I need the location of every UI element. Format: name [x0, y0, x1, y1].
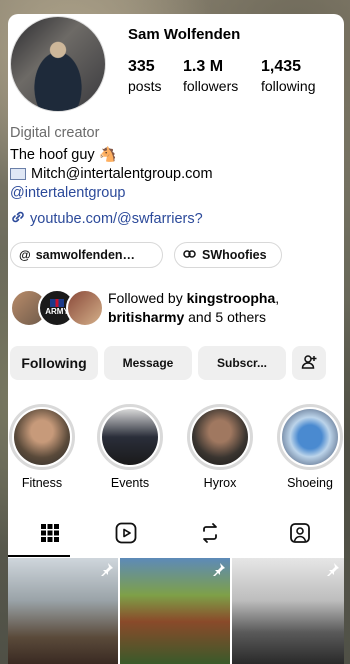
threads-chip[interactable]: @ samwolfenden…	[10, 242, 163, 268]
profile-category: Digital creator	[10, 125, 100, 141]
posts-grid	[8, 558, 344, 664]
highlight-fitness[interactable]: Fitness	[8, 404, 78, 490]
links-chip-label: SWhoofies	[202, 248, 267, 262]
post-tile-2[interactable]	[120, 558, 230, 664]
add-person-button[interactable]	[292, 346, 326, 380]
tab-tagged[interactable]	[258, 514, 342, 556]
envelope-icon	[10, 168, 26, 181]
highlight-hyrox[interactable]: Hyrox	[184, 404, 256, 490]
bio-link[interactable]: youtube.com/@swfarriers?	[10, 209, 203, 229]
bio-line-1: The hoof guy 🐴	[10, 147, 117, 163]
post-tile-1[interactable]	[8, 558, 118, 664]
following-label: following	[261, 78, 316, 94]
tab-grid[interactable]	[8, 514, 92, 557]
chain-link-icon	[10, 209, 26, 229]
followers-stat[interactable]: 1.3 M followers	[183, 58, 238, 94]
highlight-shoeing[interactable]: Shoeing	[274, 404, 344, 490]
profile-card: Sam Wolfenden 335 posts 1.3 M followers …	[8, 14, 344, 664]
highlight-shoeing-cover	[282, 409, 338, 465]
tab-reposts[interactable]	[168, 514, 252, 556]
followed-by-user-1: kingstroopha	[186, 290, 276, 306]
followed-by-user-2: britisharmy	[108, 309, 185, 325]
posts-label: posts	[128, 78, 162, 94]
highlight-hyrox-cover	[192, 409, 248, 465]
posts-count: 335	[128, 58, 155, 75]
tab-reels[interactable]	[84, 514, 168, 556]
following-count: 1,435	[261, 58, 302, 75]
follower-avatar-3[interactable]	[66, 289, 104, 327]
following-stat[interactable]: 1,435 following	[261, 58, 315, 94]
pin-icon	[326, 562, 340, 581]
followers-label: followers	[183, 78, 239, 94]
followed-by-text[interactable]: Followed by kingstroopha, britisharmy an…	[108, 289, 338, 327]
reels-icon	[115, 522, 137, 549]
highlight-events[interactable]: Events	[94, 404, 166, 490]
add-person-icon	[300, 353, 318, 374]
profile-tabs	[8, 514, 344, 557]
threads-chip-label: samwolfenden…	[35, 248, 136, 262]
bio-link-text: youtube.com/@swfarriers?	[30, 210, 203, 227]
profile-avatar[interactable]	[10, 16, 106, 112]
threads-icon: @	[19, 248, 31, 262]
subscribe-button[interactable]: Subscr...	[198, 346, 286, 380]
grid-icon	[40, 523, 60, 548]
posts-stat[interactable]: 335 posts	[128, 58, 161, 94]
reposts-icon	[199, 522, 221, 549]
pin-icon	[212, 562, 226, 581]
post-tile-3[interactable]	[232, 558, 344, 664]
bio-line-2: Mitch@intertalentgroup.com	[10, 166, 213, 182]
links-chip[interactable]: SWhoofies	[174, 242, 282, 268]
tagged-icon	[289, 522, 311, 549]
link-icon	[183, 248, 197, 263]
bio-email: Mitch@intertalentgroup.com	[31, 166, 213, 182]
pin-icon	[100, 562, 114, 581]
following-button[interactable]: Following	[10, 346, 98, 380]
bio-mention[interactable]: @intertalentgroup	[10, 185, 125, 201]
message-button[interactable]: Message	[104, 346, 192, 380]
highlight-events-cover	[102, 409, 158, 465]
highlight-fitness-cover	[14, 409, 70, 465]
union-flag-icon	[50, 299, 64, 307]
followers-count: 1.3 M	[183, 58, 224, 75]
profile-name: Sam Wolfenden	[128, 26, 241, 43]
